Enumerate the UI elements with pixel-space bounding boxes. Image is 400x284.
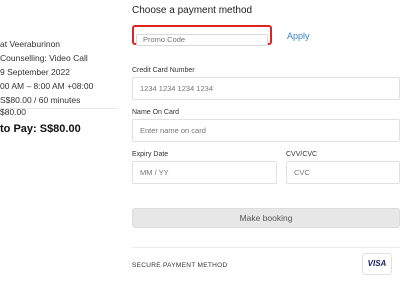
subtotal: $80.00 — [0, 107, 26, 117]
total-to-pay: to Pay: S$80.00 — [0, 123, 81, 135]
promo-code-highlight — [132, 25, 272, 46]
cvv-label: CVV/CVC — [286, 151, 318, 158]
counselling-type: Counselling: Video Call — [0, 53, 88, 63]
session-date: 9 September 2022 — [0, 67, 70, 77]
name-on-card-label: Name On Card — [132, 109, 180, 116]
apply-button[interactable]: Apply — [287, 31, 310, 41]
expiry-date-label: Expiry Date — [132, 151, 169, 158]
card-number-input[interactable] — [132, 77, 400, 100]
price-duration: S$80.00 / 60 minutes — [0, 95, 81, 105]
cvv-input[interactable] — [286, 161, 400, 184]
make-booking-button[interactable]: Make booking — [132, 208, 400, 228]
counsellor-name: at Veeraburinon — [0, 39, 61, 49]
visa-card-icon: VISA — [362, 253, 392, 275]
expiry-date-input[interactable] — [132, 161, 277, 184]
card-number-label: Credit Card Number — [132, 67, 195, 74]
name-on-card-input[interactable] — [132, 119, 400, 142]
payment-panel: Choose a payment method Apply Credit Car… — [132, 0, 400, 284]
payment-divider — [132, 247, 400, 248]
payment-heading: Choose a payment method — [132, 5, 253, 16]
secure-payment-label: SECURE PAYMENT METHOD — [132, 262, 228, 269]
session-time: 00 AM – 8:00 AM +08:00 — [0, 81, 94, 91]
promo-code-input[interactable] — [136, 33, 268, 46]
